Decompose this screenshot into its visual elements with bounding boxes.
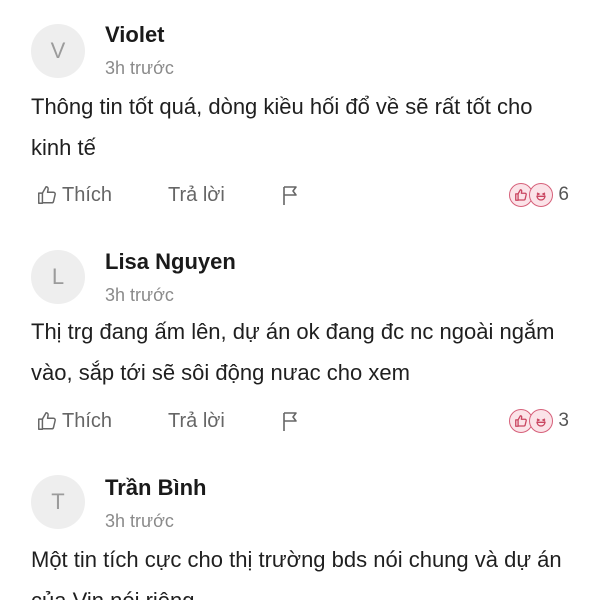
thumbs-up-icon [38, 186, 56, 204]
haha-reaction-icon [529, 409, 554, 433]
report-button[interactable] [281, 180, 301, 210]
flag-icon [283, 412, 297, 431]
thumbs-up-icon [38, 412, 56, 430]
haha-reaction-icon [529, 183, 554, 207]
avatar-letter: V [50, 38, 66, 63]
comment-actions: Thích Trả lời [0, 406, 600, 436]
reaction-count: 3 [558, 410, 569, 431]
reactions-summary[interactable]: 6 [509, 180, 569, 210]
comment-text: Thị trg đang ấm lên, dự án ok đang đc nc… [31, 319, 555, 385]
avatar[interactable]: T [31, 475, 85, 529]
avatar-letter: T [51, 489, 65, 514]
comment-text: Thông tin tốt quá, dòng kiều hối đổ về s… [31, 94, 533, 160]
comment-author[interactable]: Trần Bình [105, 475, 206, 501]
comment-item: L Lisa Nguyen 3h trước Thị trg đang ấm l… [0, 226, 600, 452]
avatar[interactable]: L [31, 250, 85, 304]
flag-icon [283, 186, 297, 205]
reactions-summary[interactable]: 3 [509, 406, 569, 436]
comment-feed: V Violet 3h trước Thông tin tốt quá, dòn… [0, 0, 600, 600]
reaction-count: 6 [558, 184, 569, 205]
avatar-letter: L [51, 264, 65, 289]
reply-button[interactable]: Trả lời [168, 406, 225, 436]
comment-item: T Trần Bình 3h trước Một tin tích cực ch… [0, 452, 600, 600]
like-button[interactable]: Thích [36, 406, 112, 436]
like-label: Thích [62, 409, 113, 432]
comment-time: 3h trước [105, 58, 174, 78]
comment-text: Một tin tích cực cho thị trường bds nói … [31, 547, 562, 600]
like-button[interactable]: Thích [36, 180, 112, 210]
comment-time: 3h trước [105, 511, 174, 531]
report-button[interactable] [281, 406, 301, 436]
reply-button[interactable]: Trả lời [168, 180, 225, 210]
avatar[interactable]: V [31, 24, 85, 78]
comment-actions: Thích Trả lời [0, 180, 600, 210]
comment-time: 3h trước [105, 285, 174, 305]
comment-item: V Violet 3h trước Thông tin tốt quá, dòn… [0, 0, 600, 226]
comment-author[interactable]: Violet [105, 22, 165, 48]
comment-author[interactable]: Lisa Nguyen [105, 249, 236, 275]
like-label: Thích [62, 183, 113, 206]
